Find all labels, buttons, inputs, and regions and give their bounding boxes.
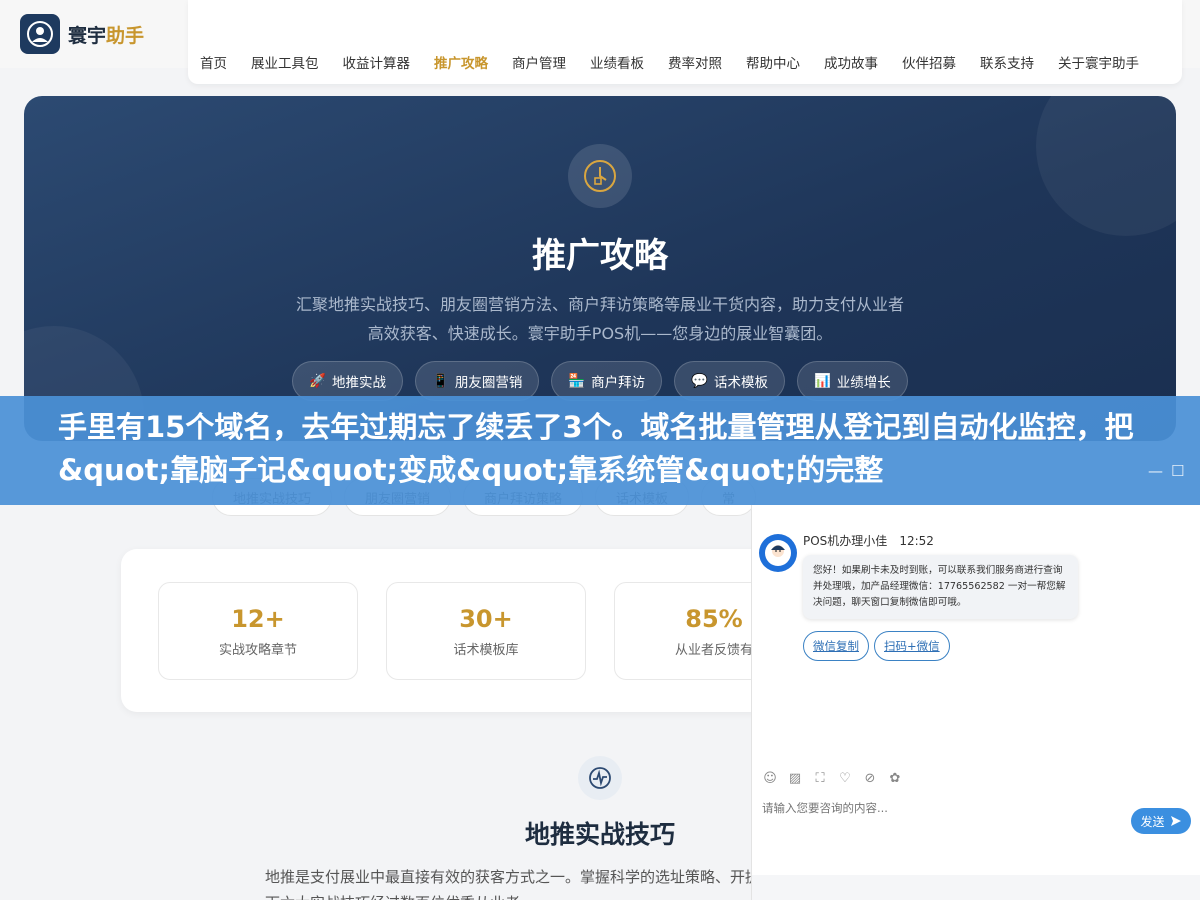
tag-label: 地推实战 xyxy=(332,375,387,391)
tag-merchant-visit[interactable]: 🏪 商户拜访 xyxy=(551,361,663,401)
page-title: 推广攻略 xyxy=(532,236,668,276)
wechat-icon[interactable]: ✿ xyxy=(887,771,903,786)
tag-label: 商户拜访 xyxy=(591,375,646,391)
minimize-button[interactable]: — xyxy=(1148,462,1163,480)
nav-item-promotion[interactable]: 推广攻略 xyxy=(434,52,488,72)
stat-value: 30+ xyxy=(459,605,513,633)
agent-avatar xyxy=(759,534,797,572)
emoji-icon[interactable]: ☺ xyxy=(762,771,778,786)
rating-icon[interactable]: ♡ xyxy=(837,771,853,786)
nav-item-merchants[interactable]: 商户管理 xyxy=(512,52,566,72)
agent-name: POS机办理小佳 xyxy=(803,534,888,548)
screenshot-icon[interactable]: ⛶ xyxy=(812,771,828,786)
maximize-button[interactable]: ☐ xyxy=(1171,462,1184,480)
stat-value: 12+ xyxy=(231,605,285,633)
stat-label: 话术模板库 xyxy=(453,643,519,658)
phone-icon: 📱 xyxy=(432,373,449,389)
nav-item-toolkit[interactable]: 展业工具包 xyxy=(251,52,319,72)
send-label: 发送 xyxy=(1140,814,1165,829)
article-title-banner: 手里有15个域名，去年过期忘了续丢了3个。域名批量管理从登记到自动化监控，把&q… xyxy=(0,396,1200,505)
chat-input[interactable] xyxy=(762,801,1062,815)
hero-banner: 推广攻略 汇聚地推实战技巧、朋友圈营销方法、商户拜访策略等展业干货内容，助力支付… xyxy=(24,96,1176,441)
send-button[interactable]: 发送 xyxy=(1131,808,1191,834)
tag-label: 话术模板 xyxy=(713,375,768,391)
copy-wechat-button[interactable]: 微信复制 xyxy=(803,631,869,661)
message-time: 12:52 xyxy=(899,534,934,548)
nav-item-partners[interactable]: 伙伴招募 xyxy=(902,52,956,72)
nav-item-dashboard[interactable]: 业绩看板 xyxy=(590,52,644,72)
chat-toolbar: ☺ ▨ ⛶ ♡ ⊘ ✿ xyxy=(762,771,903,786)
chat-footer xyxy=(752,875,1200,900)
chart-icon: 📊 xyxy=(813,373,831,389)
chat-icon: 💬 xyxy=(691,373,708,389)
logo-icon xyxy=(20,14,60,54)
main-nav: 首页 展业工具包 收益计算器 推广攻略 商户管理 业绩看板 费率对照 帮助中心 … xyxy=(200,52,1163,72)
nav-item-about[interactable]: 关于寰宇助手 xyxy=(1058,52,1139,72)
image-icon[interactable]: ▨ xyxy=(787,771,803,786)
nav-item-stories[interactable]: 成功故事 xyxy=(824,52,878,72)
stat-label: 实战攻略章节 xyxy=(218,643,297,658)
rocket-icon: 🚀 xyxy=(309,373,327,389)
decor-circle xyxy=(1036,96,1176,236)
logo-main: 寰宇 xyxy=(68,24,107,47)
nav-item-home[interactable]: 首页 xyxy=(200,52,227,72)
logo-accent: 助手 xyxy=(106,24,145,47)
hero-description: 汇聚地推实战技巧、朋友圈营销方法、商户拜访策略等展业干货内容，助力支付从业者高效… xyxy=(295,295,904,343)
stat-chapters: 12+ 实战攻略章节 xyxy=(158,582,358,680)
nav-item-help[interactable]: 帮助中心 xyxy=(746,52,800,72)
tag-script-templates[interactable]: 💬 话术模板 xyxy=(674,361,785,401)
stat-templates: 30+ 话术模板库 xyxy=(386,582,586,680)
tag-label: 朋友圈营销 xyxy=(454,375,523,391)
tag-performance-growth[interactable]: 📊 业绩增长 xyxy=(796,361,908,401)
tag-moments-marketing[interactable]: 📱 朋友圈营销 xyxy=(415,361,540,401)
scan-wechat-button[interactable]: 扫码+微信 xyxy=(874,631,950,661)
banner-headline: 手里有15个域名，去年过期忘了续丢了3个。域名批量管理从登记到自动化监控，把&q… xyxy=(58,410,1134,487)
store-icon: 🏪 xyxy=(568,373,586,389)
nav-item-support[interactable]: 联系支持 xyxy=(980,52,1034,72)
tag-ground-promo[interactable]: 🚀 地推实战 xyxy=(292,361,404,401)
nav-item-rates[interactable]: 费率对照 xyxy=(668,52,722,72)
nav-item-calculator[interactable]: 收益计算器 xyxy=(343,52,411,72)
send-icon xyxy=(1170,816,1181,826)
agent-header: POS机办理小佳 12:52 xyxy=(803,532,934,549)
activity-icon xyxy=(578,756,622,800)
chat-actions: 微信复制 扫码+微信 xyxy=(803,631,950,661)
chat-widget: POS机办理小佳 12:52 您好！如果刷卡未及时到账，可以联系我们服务商进行查询… xyxy=(751,505,1200,900)
hero-tags: 🚀 地推实战 📱 朋友圈营销 🏪 商户拜访 💬 话术模板 📊 业绩增长 xyxy=(24,361,1176,401)
tag-label: 业绩增长 xyxy=(836,375,891,391)
chat-message: 您好！如果刷卡未及时到账，可以联系我们服务商进行查询并处理哦，加产品经理微信：1… xyxy=(803,555,1078,619)
mute-icon[interactable]: ⊘ xyxy=(862,771,878,786)
logo[interactable]: 寰宇助手 xyxy=(20,14,144,54)
clock-icon xyxy=(568,144,632,208)
